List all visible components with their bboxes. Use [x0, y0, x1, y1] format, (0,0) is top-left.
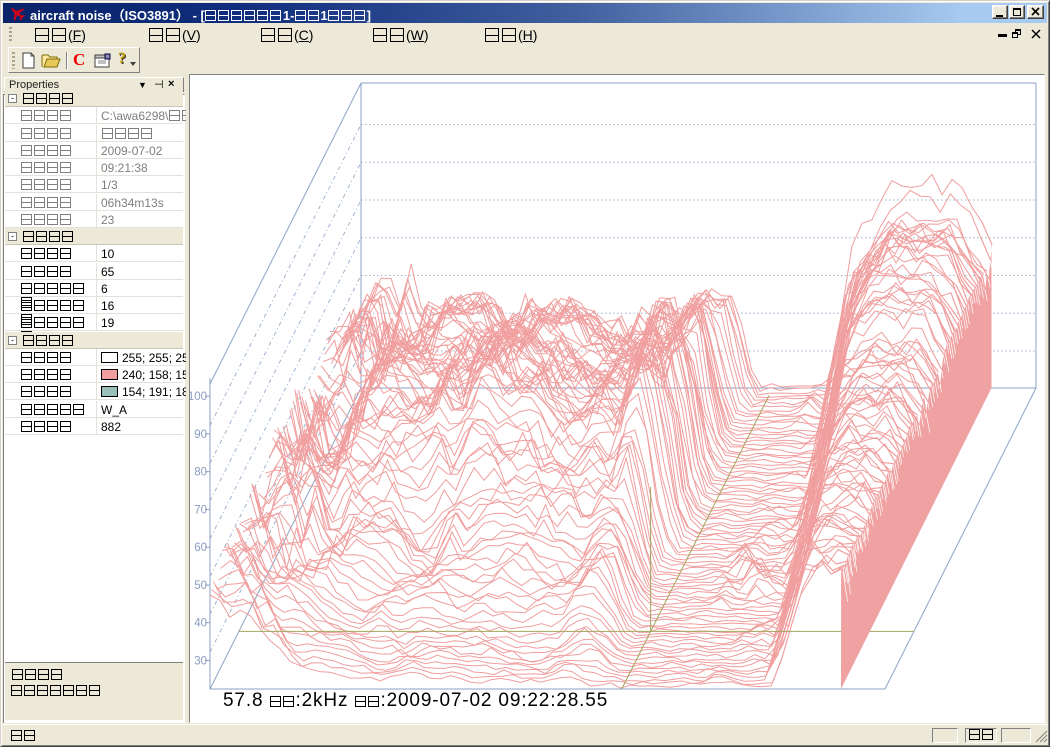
svg-text:60: 60	[194, 542, 207, 554]
svg-text:90: 90	[194, 429, 207, 441]
svg-text:80: 80	[194, 467, 207, 479]
svg-text:70: 70	[194, 505, 207, 517]
svg-text:40: 40	[194, 618, 207, 630]
svg-text:50: 50	[194, 580, 207, 592]
svg-text:30: 30	[194, 656, 207, 668]
svg-text:100: 100	[190, 391, 207, 403]
